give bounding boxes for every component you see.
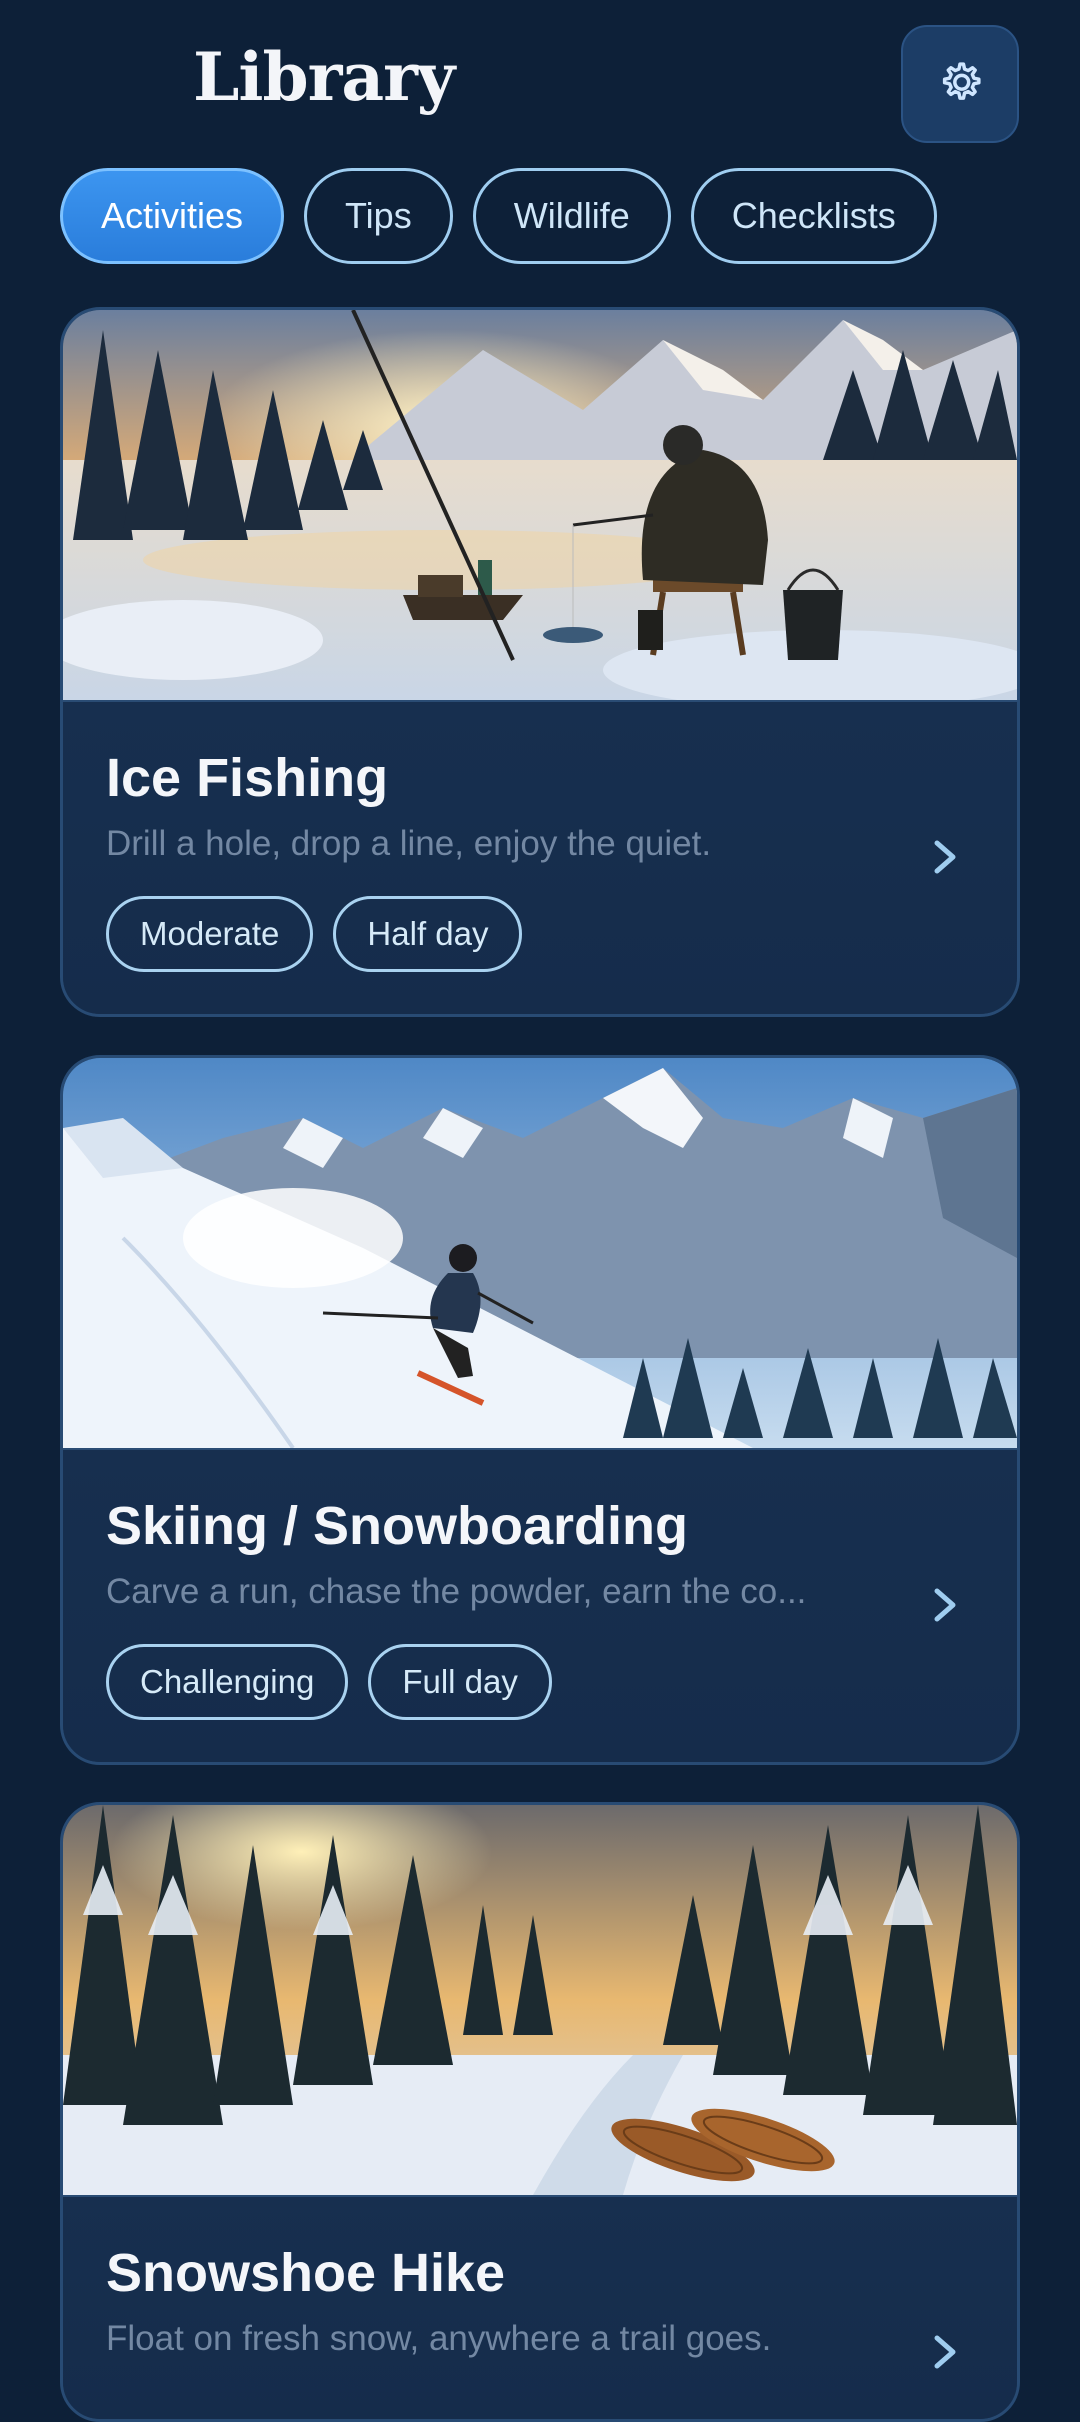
chevron-right-icon[interactable] bbox=[931, 1585, 959, 1625]
tag-duration: Half day bbox=[333, 896, 523, 972]
header: Library bbox=[0, 0, 1080, 160]
card-title: Snowshoe Hike bbox=[106, 2243, 506, 2303]
tag-list: Moderate Half day bbox=[106, 896, 523, 972]
snowshoe-illustration bbox=[63, 1805, 1017, 2195]
chevron-right-icon[interactable] bbox=[931, 2332, 959, 2372]
activity-card-skiing[interactable]: Skiing / Snowboarding Carve a run, chase… bbox=[60, 1055, 1020, 1765]
skiing-illustration bbox=[63, 1058, 1017, 1448]
tab-tips[interactable]: Tips bbox=[304, 168, 453, 264]
card-body: Snowshoe Hike Float on fresh snow, anywh… bbox=[63, 2195, 1017, 2419]
card-description: Carve a run, chase the powder, earn the … bbox=[106, 1572, 807, 1611]
card-body: Skiing / Snowboarding Carve a run, chase… bbox=[63, 1448, 1017, 1762]
card-body: Ice Fishing Drill a hole, drop a line, e… bbox=[63, 700, 1017, 1014]
chevron-right-icon[interactable] bbox=[931, 837, 959, 877]
card-description: Float on fresh snow, anywhere a trail go… bbox=[106, 2319, 772, 2358]
tab-activities[interactable]: Activities bbox=[60, 168, 285, 264]
tab-wildlife[interactable]: Wildlife bbox=[472, 168, 671, 264]
card-description: Drill a hole, drop a line, enjoy the qui… bbox=[106, 824, 712, 863]
settings-button[interactable] bbox=[901, 25, 1019, 143]
activity-card-ice-fishing[interactable]: Ice Fishing Drill a hole, drop a line, e… bbox=[60, 307, 1020, 1017]
tag-duration: Full day bbox=[368, 1644, 552, 1720]
card-title: Ice Fishing bbox=[106, 748, 389, 808]
tab-checklists[interactable]: Checklists bbox=[690, 168, 937, 264]
ice-fishing-illustration bbox=[63, 310, 1017, 700]
tag-list: Challenging Full day bbox=[106, 1644, 552, 1720]
gear-icon bbox=[942, 62, 981, 100]
tag-difficulty: Challenging bbox=[106, 1644, 349, 1720]
category-tabs: Activities Tips Wildlife Checklists bbox=[60, 168, 937, 264]
page-title: Library bbox=[193, 38, 455, 116]
activity-card-snowshoe-hike[interactable]: Snowshoe Hike Float on fresh snow, anywh… bbox=[60, 1802, 1020, 2422]
card-title: Skiing / Snowboarding bbox=[106, 1496, 689, 1556]
tag-difficulty: Moderate bbox=[106, 896, 314, 972]
